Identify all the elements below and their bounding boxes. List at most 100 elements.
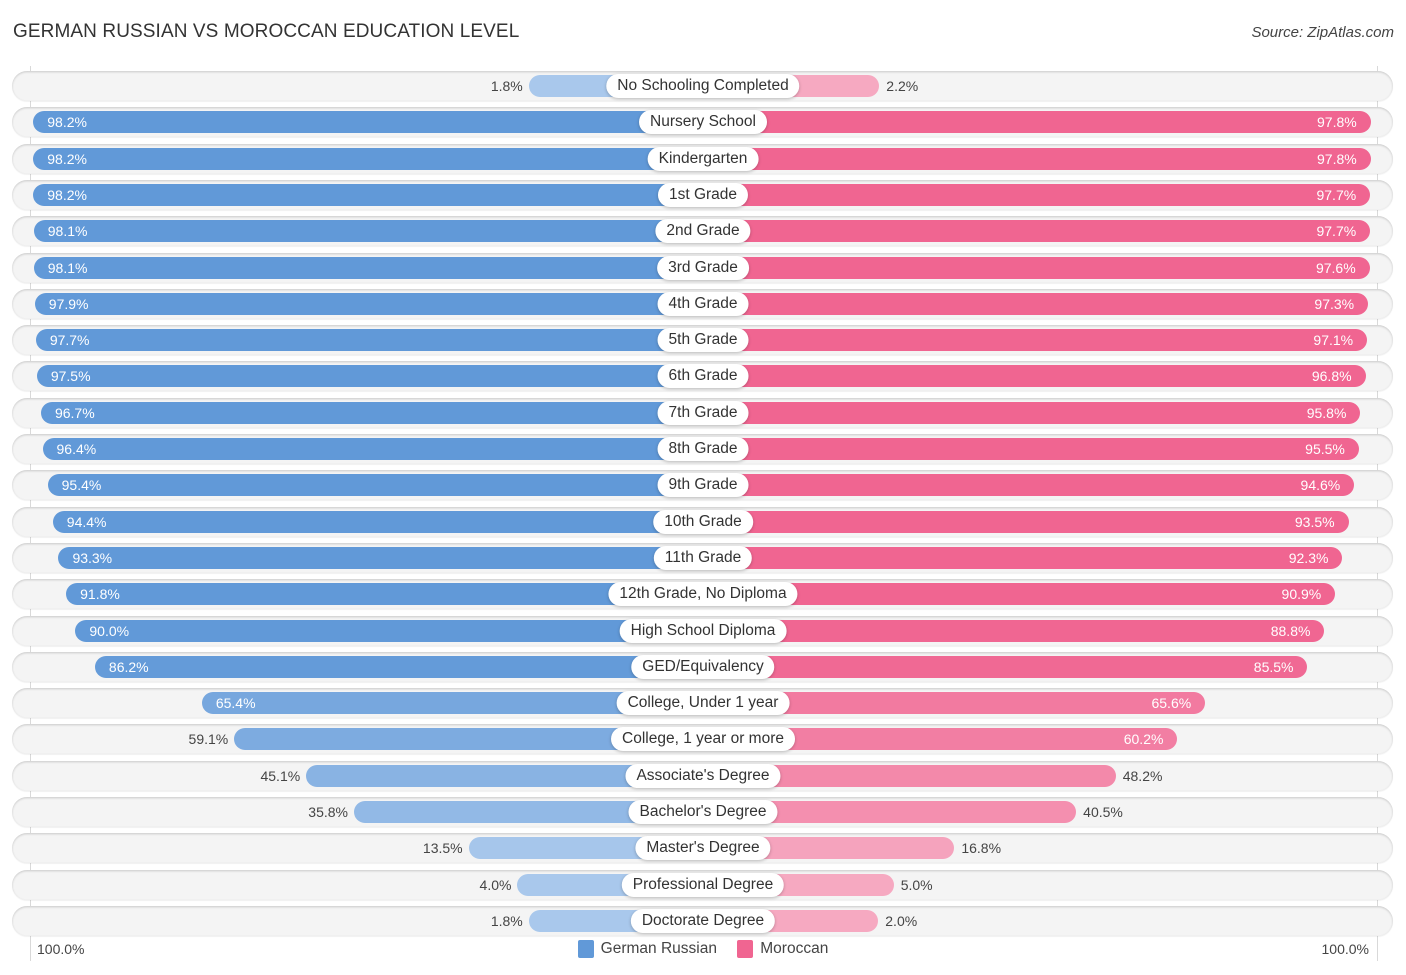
bar-moroccan[interactable] (703, 256, 1370, 279)
bar-moroccan[interactable] (703, 183, 1371, 206)
category-label: Master's Degree (635, 836, 771, 861)
bar-moroccan[interactable] (703, 583, 1336, 606)
value-label-moroccan: 65.6% (1151, 695, 1192, 712)
value-label-moroccan: 97.7% (1316, 223, 1357, 240)
value-label-moroccan: 60.2% (1123, 731, 1164, 748)
value-label-german-russian: 97.5% (50, 368, 91, 385)
bar-german-russian[interactable] (33, 220, 703, 243)
legend-label: Moroccan (760, 940, 829, 957)
value-label-german-russian: 97.7% (49, 332, 90, 349)
bar-german-russian[interactable] (94, 655, 703, 678)
bar-moroccan[interactable] (703, 655, 1308, 678)
bar-moroccan[interactable] (703, 401, 1361, 424)
bar-moroccan[interactable] (703, 546, 1343, 569)
bar-moroccan[interactable] (703, 619, 1325, 642)
value-label-german-russian: 98.2% (47, 150, 87, 167)
bar-german-russian[interactable] (42, 438, 703, 460)
value-label-german-russian: 91.8% (80, 586, 120, 603)
value-label-moroccan: 97.6% (1315, 259, 1356, 276)
value-label-moroccan: 48.2% (1122, 767, 1163, 784)
category-label: 11th Grade (653, 545, 753, 570)
category-label: College, 1 year or more (611, 727, 795, 752)
value-label-moroccan: 92.3% (1288, 549, 1329, 566)
bar-moroccan[interactable] (703, 329, 1368, 352)
value-label-moroccan: 97.8% (1317, 150, 1357, 167)
bar-german-russian[interactable] (58, 546, 703, 569)
value-label-moroccan: 90.9% (1281, 586, 1322, 603)
legend-swatch-german-russian (577, 940, 594, 958)
bar-german-russian[interactable] (33, 111, 703, 134)
legend-item-moroccan[interactable]: Moroccan (737, 940, 828, 958)
bar-german-russian[interactable] (33, 183, 703, 206)
bar-moroccan[interactable] (703, 111, 1371, 134)
value-label-moroccan: 97.1% (1313, 332, 1354, 349)
value-label-german-russian: 96.7% (54, 404, 95, 421)
category-label: GED/Equivalency (631, 654, 775, 679)
category-label: High School Diploma (619, 618, 787, 643)
value-label-moroccan: 95.8% (1306, 404, 1347, 421)
value-label-german-russian: 35.8% (308, 804, 348, 820)
category-label: 10th Grade (653, 509, 753, 534)
value-label-german-russian: 65.4% (215, 695, 256, 712)
category-label: Nursery School (639, 110, 767, 135)
bar-german-russian[interactable] (33, 147, 703, 170)
value-label-moroccan: 96.8% (1311, 368, 1352, 385)
category-label: 4th Grade (657, 291, 749, 316)
value-label-german-russian: 98.1% (47, 223, 88, 240)
category-label: 3rd Grade (657, 255, 749, 280)
bar-german-russian[interactable] (40, 401, 703, 424)
value-label-german-russian: 86.2% (108, 658, 149, 675)
category-label: 1st Grade (657, 182, 749, 207)
bar-moroccan[interactable] (703, 147, 1371, 170)
value-label-moroccan: 40.5% (1083, 804, 1123, 820)
value-label-moroccan: 97.7% (1316, 186, 1357, 203)
value-label-german-russian: 94.4% (66, 513, 107, 530)
legend-swatch-moroccan (737, 940, 754, 958)
value-label-moroccan: 95.5% (1305, 441, 1345, 457)
bar-german-russian[interactable] (47, 474, 703, 497)
value-label-german-russian: 4.0% (479, 876, 512, 893)
legend-item-german-russian[interactable]: German Russian (577, 940, 717, 958)
value-label-german-russian: 98.1% (47, 259, 88, 276)
value-label-german-russian: 96.4% (56, 441, 97, 457)
value-label-moroccan: 97.8% (1317, 114, 1357, 131)
bar-moroccan[interactable] (703, 438, 1359, 460)
bar-moroccan[interactable] (703, 365, 1366, 388)
value-label-moroccan: 93.5% (1294, 513, 1335, 530)
bar-german-russian[interactable] (36, 365, 703, 388)
category-label: 8th Grade (657, 437, 749, 461)
value-label-german-russian: 98.2% (47, 186, 87, 203)
value-label-german-russian: 97.9% (48, 295, 89, 312)
bar-german-russian[interactable] (34, 292, 703, 315)
bar-moroccan[interactable] (703, 292, 1369, 315)
value-label-german-russian: 45.1% (260, 767, 301, 784)
value-label-moroccan: 5.0% (900, 876, 933, 893)
bar-moroccan[interactable] (703, 220, 1371, 243)
legend-label: German Russian (600, 940, 717, 957)
value-label-moroccan: 85.5% (1253, 658, 1294, 675)
value-label-german-russian: 1.8% (490, 912, 523, 929)
legend: German Russian Moroccan (0, 940, 1406, 963)
category-label: Associate's Degree (625, 763, 781, 788)
bar-german-russian[interactable] (52, 510, 703, 533)
category-label: Doctorate Degree (630, 908, 776, 933)
category-label: 6th Grade (657, 364, 749, 389)
category-label: Kindergarten (647, 146, 759, 171)
value-label-german-russian: 13.5% (422, 840, 463, 857)
value-label-moroccan: 94.6% (1300, 477, 1341, 494)
bar-moroccan[interactable] (703, 474, 1355, 497)
value-label-german-russian: 95.4% (61, 477, 102, 494)
value-label-german-russian: 90.0% (89, 622, 130, 639)
category-label: College, Under 1 year (616, 691, 790, 716)
bar-german-russian[interactable] (33, 256, 703, 279)
category-label: 2nd Grade (655, 219, 751, 244)
category-label: 7th Grade (657, 400, 749, 425)
value-label-moroccan: 16.8% (961, 840, 1002, 857)
bar-german-russian[interactable] (35, 329, 703, 352)
bar-german-russian[interactable] (75, 619, 703, 642)
category-label: 9th Grade (657, 473, 749, 498)
value-label-moroccan: 2.0% (885, 912, 918, 929)
value-label-moroccan: 97.3% (1314, 295, 1355, 312)
bar-moroccan[interactable] (703, 510, 1349, 533)
category-label: 12th Grade, No Diploma (608, 582, 798, 607)
